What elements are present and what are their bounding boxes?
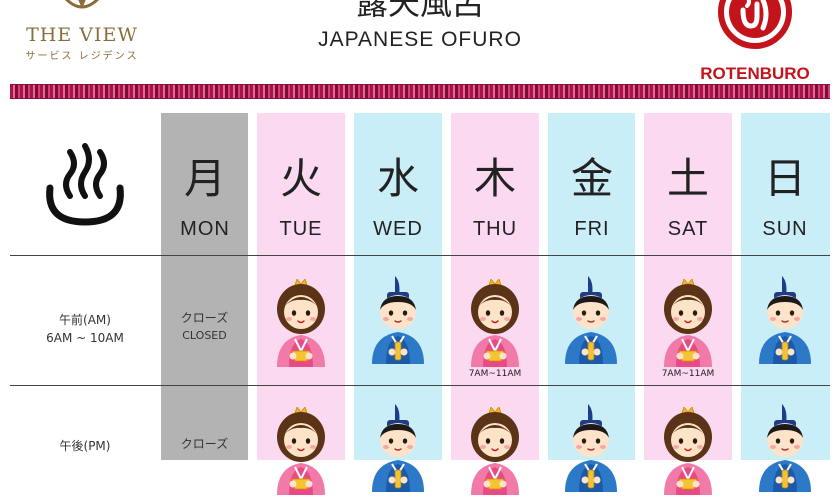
- day-kanji-fri: 金: [570, 154, 613, 203]
- pm-label: 午後(PM): [59, 439, 111, 453]
- female-doll-icon: [276, 407, 326, 496]
- day-label-mon: MON: [180, 218, 230, 240]
- female-doll-icon: [470, 407, 520, 496]
- row-divider-am: [10, 255, 830, 256]
- rotenburo-badge: ROTENBURO: [690, 0, 820, 83]
- rotenburo-label: ROTENBURO: [700, 64, 810, 83]
- day-label-tue: TUE: [279, 218, 323, 240]
- day-label-thu: THU: [472, 218, 518, 240]
- decorative-band: [10, 84, 830, 99]
- closed-label-jp-pm: クローズ: [180, 437, 229, 451]
- sat-am-hours-note: 7AM~11AM: [661, 369, 715, 379]
- male-doll-icon: [371, 276, 425, 365]
- row-divider-pm: [10, 385, 830, 386]
- female-doll-icon: [663, 279, 713, 368]
- brand-name: THE VIEW: [26, 24, 138, 46]
- female-doll-icon: [276, 279, 326, 368]
- page-title-jp: 露天風呂: [355, 0, 484, 22]
- day-kanji-thu: 木: [473, 154, 516, 203]
- closed-label-en: CLOSED: [182, 329, 227, 342]
- brand-logo: THE VIEW サービス レジデンス: [22, 0, 142, 77]
- male-doll-icon: [758, 404, 812, 493]
- day-kanji-sun: 日: [763, 154, 806, 203]
- hot-spring-icon: [46, 143, 124, 226]
- thu-am-hours-note: 7AM~11AM: [468, 369, 522, 379]
- row-label-pm: 午後(PM): [10, 437, 160, 455]
- female-doll-icon: [663, 407, 713, 496]
- page-title-en: JAPANESE OFURO: [318, 28, 522, 51]
- male-doll-icon: [564, 404, 618, 493]
- day-kanji-mon: 月: [183, 154, 226, 203]
- row-label-am: 午前(AM) 6AM ~ 10AM: [10, 311, 160, 347]
- day-kanji-sat: 土: [666, 154, 709, 203]
- closed-cell-pm: クローズ: [161, 435, 248, 453]
- male-doll-icon: [564, 276, 618, 365]
- male-doll-icon: [371, 404, 425, 493]
- am-label: 午前(AM): [59, 313, 111, 327]
- day-kanji-tue: 火: [279, 154, 322, 203]
- brand-subtitle: サービス レジデンス: [25, 51, 139, 62]
- day-label-fri: FRI: [574, 218, 610, 240]
- day-kanji-wed: 水: [376, 154, 419, 203]
- female-doll-icon: [470, 279, 520, 368]
- brand-emblem-icon: [64, 0, 100, 9]
- closed-cell-am: クローズ CLOSED: [161, 309, 248, 345]
- male-doll-icon: [758, 276, 812, 365]
- closed-label-jp: クローズ: [180, 311, 229, 325]
- day-label-wed: WED: [373, 218, 423, 240]
- rotenburo-emblem-icon: [718, 0, 792, 49]
- day-label-sun: SUN: [762, 218, 808, 240]
- am-hours: 6AM ~ 10AM: [46, 331, 124, 345]
- day-label-sat: SAT: [667, 218, 709, 240]
